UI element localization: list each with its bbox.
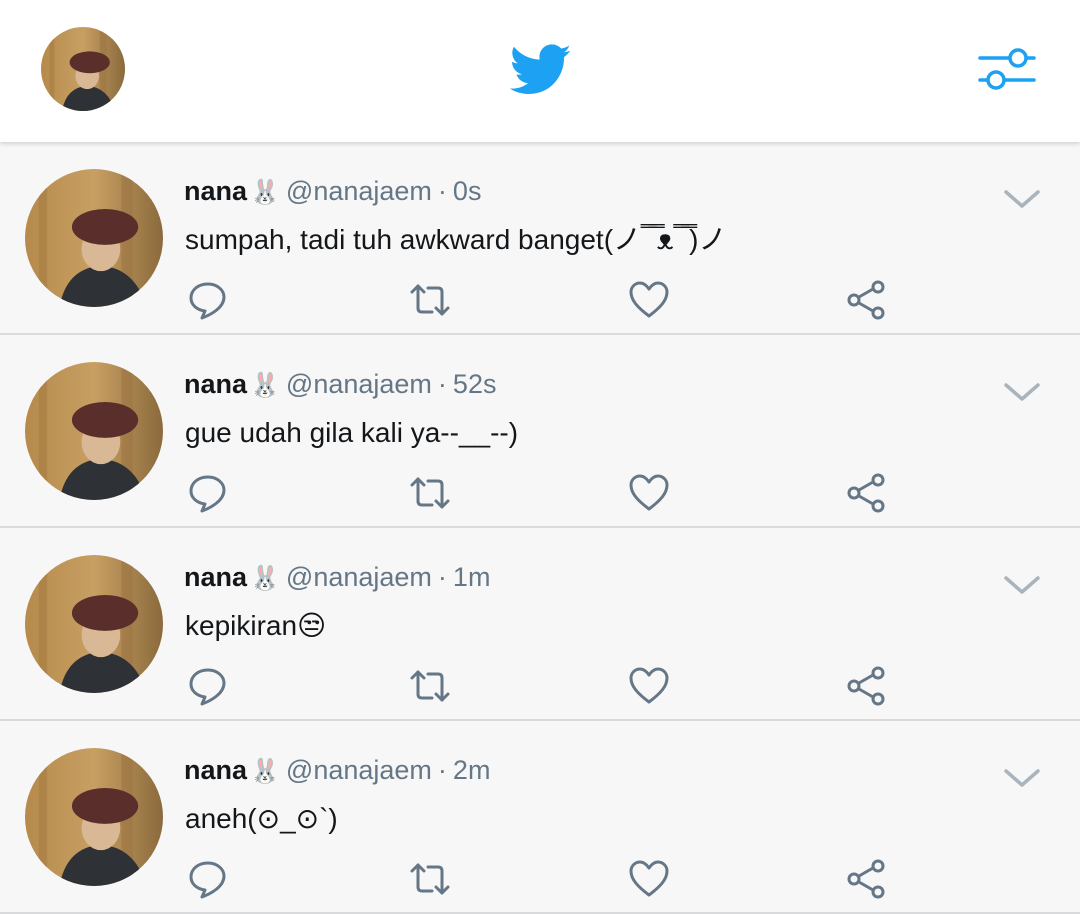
separator: · — [437, 755, 447, 785]
avatar[interactable] — [25, 362, 163, 500]
share-icon[interactable] — [845, 857, 889, 901]
heart-icon[interactable] — [627, 278, 671, 322]
timestamp: 1m — [452, 562, 491, 592]
rabbit-emoji: 🐰 — [250, 179, 280, 206]
tweet-header: nana 🐰 @nanajaem · 2m — [184, 753, 490, 789]
tweet-header: nana 🐰 @nanajaem · 52s — [184, 367, 496, 403]
tweet-header: nana 🐰 @nanajaem · 0s — [184, 174, 481, 210]
separator: · — [437, 562, 447, 592]
reply-icon[interactable] — [186, 857, 230, 901]
tweet-header: nana 🐰 @nanajaem · 1m — [184, 560, 490, 596]
display-name[interactable]: nana — [184, 755, 247, 785]
user-handle[interactable]: @nanajaem — [286, 755, 432, 785]
user-handle[interactable]: @nanajaem — [286, 369, 432, 399]
display-name[interactable]: nana — [184, 369, 247, 399]
avatar-image — [25, 362, 163, 500]
top-bar — [0, 0, 1080, 142]
display-name[interactable]: nana — [184, 562, 247, 592]
timestamp: 2m — [452, 755, 491, 785]
tweet-item[interactable]: nana 🐰 @nanajaem · 52s gue udah gila kali ya… — [0, 335, 1080, 528]
heart-icon[interactable] — [627, 471, 671, 515]
share-icon[interactable] — [845, 664, 889, 708]
tweet-text: gue udah gila kali ya--__--) — [185, 417, 519, 448]
reply-icon[interactable] — [186, 471, 230, 515]
avatar-image — [41, 27, 125, 111]
tweet-text: sumpah, tadi tuh awkward banget(ノ ̿ ̿ᴥ ̿… — [185, 224, 727, 255]
avatar-image — [25, 748, 163, 886]
chevron-down-icon[interactable] — [1002, 379, 1042, 405]
share-icon[interactable] — [845, 278, 889, 322]
avatar[interactable] — [25, 555, 163, 693]
chevron-down-icon[interactable] — [1002, 186, 1042, 212]
retweet-icon[interactable] — [408, 857, 452, 901]
heart-icon[interactable] — [627, 664, 671, 708]
rabbit-emoji: 🐰 — [250, 372, 280, 399]
twitter-bird-icon[interactable] — [510, 44, 572, 96]
heart-icon[interactable] — [627, 857, 671, 901]
chevron-down-icon[interactable] — [1002, 765, 1042, 791]
user-handle[interactable]: @nanajaem — [286, 562, 432, 592]
user-handle[interactable]: @nanajaem — [286, 176, 432, 206]
avatar-image — [25, 169, 163, 307]
reply-icon[interactable] — [186, 278, 230, 322]
reply-icon[interactable] — [186, 664, 230, 708]
chevron-down-icon[interactable] — [1002, 572, 1042, 598]
rabbit-emoji: 🐰 — [250, 758, 280, 785]
tweet-item[interactable]: nana 🐰 @nanajaem · 1m kepikiran😒 — [0, 528, 1080, 721]
retweet-icon[interactable] — [408, 278, 452, 322]
separator: · — [437, 176, 447, 206]
separator: · — [437, 369, 447, 399]
avatar[interactable] — [25, 748, 163, 886]
retweet-icon[interactable] — [408, 664, 452, 708]
avatar-image — [25, 555, 163, 693]
timestamp: 0s — [452, 176, 482, 206]
display-name[interactable]: nana — [184, 176, 247, 206]
tweet-text: kepikiran😒 — [185, 610, 327, 641]
rabbit-emoji: 🐰 — [250, 565, 280, 592]
tweet-item[interactable]: nana 🐰 @nanajaem · 0s sumpah, tadi tuh awkwa… — [0, 142, 1080, 335]
tweet-item[interactable]: nana 🐰 @nanajaem · 2m aneh(⊙_⊙`) — [0, 721, 1080, 914]
retweet-icon[interactable] — [408, 471, 452, 515]
timestamp: 52s — [452, 369, 497, 399]
avatar[interactable] — [25, 169, 163, 307]
sliders-icon[interactable] — [976, 44, 1036, 94]
tweet-feed: nana 🐰 @nanajaem · 0s sumpah, tadi tuh awkwa… — [0, 142, 1080, 914]
tweet-text: aneh(⊙_⊙`) — [185, 803, 338, 834]
profile-avatar-button[interactable] — [41, 27, 125, 111]
share-icon[interactable] — [845, 471, 889, 515]
